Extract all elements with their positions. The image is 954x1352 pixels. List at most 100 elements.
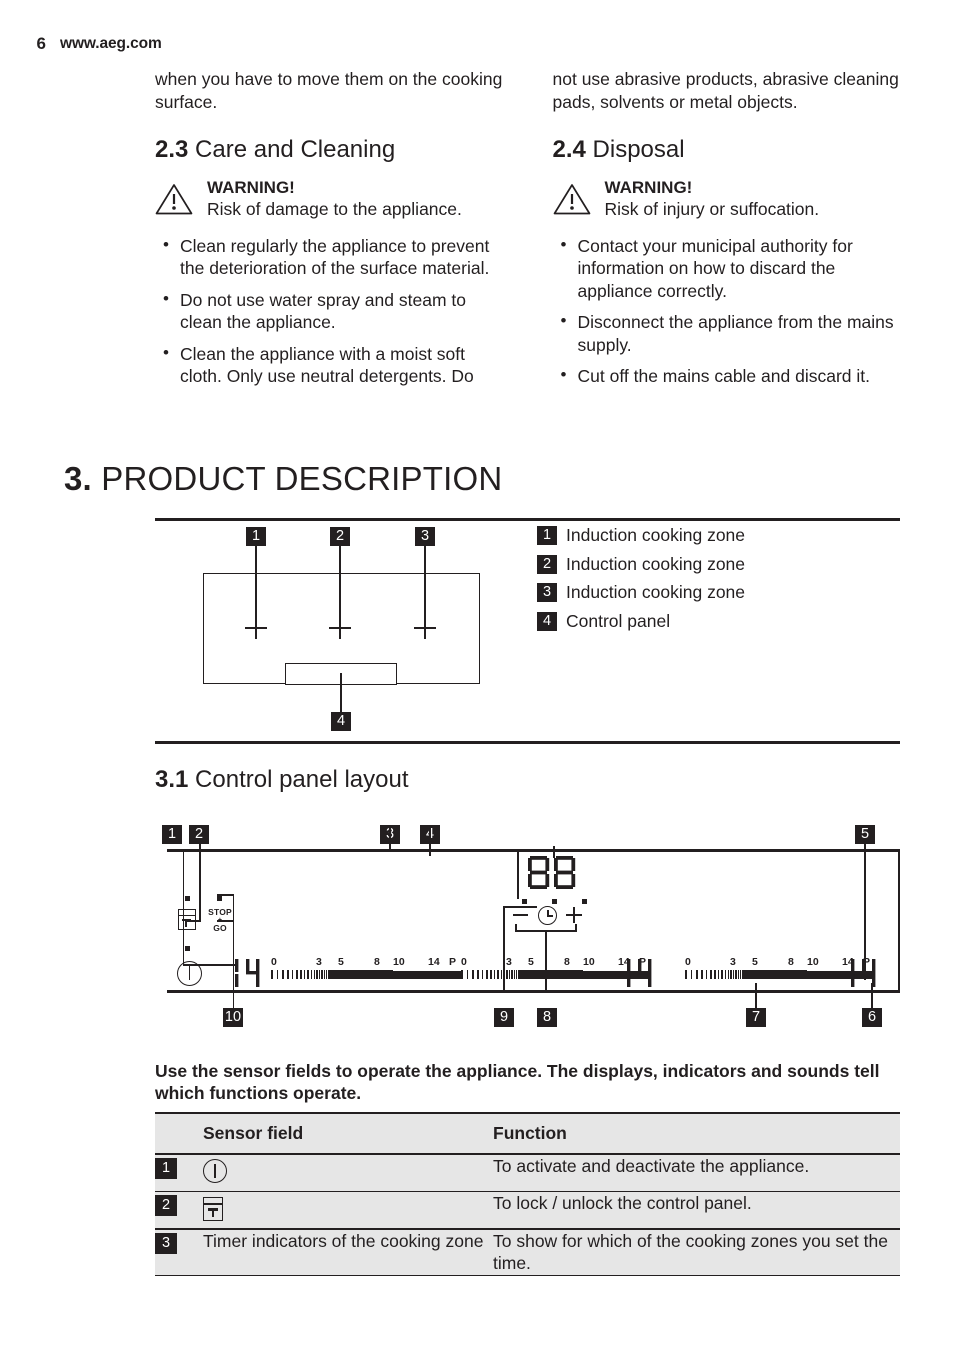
row-number-cell: 3 <box>155 1229 203 1275</box>
scale-tick-label: 8 <box>788 956 794 968</box>
heat-display-2 <box>627 958 657 993</box>
table-row: 2 To lock / unlock the control panel. <box>155 1192 900 1228</box>
table-header-blank <box>155 1114 203 1153</box>
figure-rule-bottom <box>155 741 900 744</box>
scale-tick-label: 8 <box>564 956 570 968</box>
leader-line-cp-8 <box>545 930 547 990</box>
legend-label: Induction cooking zone <box>566 553 746 574</box>
row-sensor-cell <box>203 1155 493 1191</box>
legend-item: 2 Induction cooking zone <box>537 553 897 575</box>
callout-cp-2: 2 <box>189 825 209 844</box>
callout-1: 1 <box>246 527 266 546</box>
leader-line-cp-1 <box>182 849 185 966</box>
section-title: Disposal <box>592 136 685 163</box>
leader-line-cp-6 <box>871 983 873 1009</box>
slider-tick <box>481 970 484 979</box>
subsection-heading-3-1: 3.1 Control panel layout <box>155 765 409 795</box>
row-number-cell: 2 <box>155 1192 203 1228</box>
slider-tick <box>710 970 712 979</box>
leader-line-cp-3-top <box>389 828 391 849</box>
slider-tick <box>303 970 306 979</box>
table-header-function: Function <box>493 1123 567 1144</box>
leader-line-cp-5 <box>864 828 866 980</box>
scale-tick-label: 5 <box>528 956 534 968</box>
callout-cp-10: 10 <box>223 1008 243 1027</box>
row-function-cell: To activate and deactivate the appliance… <box>493 1155 900 1191</box>
scale-tick-label: 5 <box>338 956 344 968</box>
callout-cp-6: 6 <box>862 1008 882 1027</box>
heat-slider-2[interactable] <box>461 970 651 980</box>
table-row: 1 To activate and deactivate the applian… <box>155 1155 900 1191</box>
slider-tick <box>724 970 727 979</box>
section-number: 2.4 <box>552 136 586 163</box>
slider-tick <box>732 970 735 979</box>
section-heading-2-4: 2.4 Disposal <box>553 135 901 165</box>
slider-tick <box>696 970 698 979</box>
slider-tick <box>506 970 508 979</box>
list-item: Clean the appliance with a moist soft cl… <box>155 342 503 388</box>
slider-tick <box>316 970 318 979</box>
callout-cp-5: 5 <box>855 825 875 844</box>
leader-bracket-cp-10b <box>217 920 234 922</box>
slider-tick <box>508 970 511 979</box>
slider-tick <box>500 970 503 979</box>
slider-tick <box>313 970 316 979</box>
legend-number: 4 <box>537 611 557 631</box>
slider-tick <box>727 970 730 979</box>
lock-icon <box>203 1197 224 1222</box>
section-heading-2-3: 2.3 Care and Cleaning <box>155 135 503 165</box>
legend-number: 2 <box>537 554 557 574</box>
slider-solid-bar <box>392 970 461 979</box>
heat-slider-1[interactable] <box>271 970 461 980</box>
table-header-sensor-field: Sensor field <box>203 1123 304 1144</box>
power-indicator-dot <box>185 946 190 951</box>
clock-hand-hour <box>547 915 554 917</box>
section-number: 2.3 <box>155 136 189 163</box>
chapter-heading: 3. PRODUCT DESCRIPTION <box>64 459 502 499</box>
timer-minus-icon[interactable] <box>513 914 528 917</box>
callout-2: 2 <box>330 527 350 546</box>
scale-tick-label: 10 <box>807 956 819 968</box>
slider-tick <box>497 970 499 979</box>
site-url: www.aeg.com <box>60 35 162 52</box>
timer-plus-icon[interactable] <box>566 907 582 923</box>
page-header: 6 www.aeg.com <box>0 30 954 58</box>
right-continued-text: not use abrasive products, abrasive clea… <box>552 69 899 112</box>
callout-cp-9: 9 <box>494 1008 514 1027</box>
scale-tick-label: 0 <box>685 956 691 968</box>
row-number-badge: 3 <box>155 1232 177 1254</box>
scale-tick-label: 5 <box>752 956 758 968</box>
timer-zone-dot-3 <box>582 899 587 904</box>
callout-cp-8: 8 <box>537 1008 557 1027</box>
scale-tick-label: 0 <box>271 956 277 968</box>
leader-line-2 <box>339 545 341 627</box>
stop-go-label-top: STOP <box>208 907 232 917</box>
slider-tick <box>721 970 723 979</box>
row-number-badge: 1 <box>155 1158 177 1180</box>
leader-line-cp-3b <box>517 897 519 900</box>
slider-tick <box>730 970 732 979</box>
intro-paragraph: Use the sensor fields to operate the app… <box>155 1061 880 1103</box>
heat-slider-3[interactable] <box>685 970 875 980</box>
warning-triangle-icon <box>553 177 593 220</box>
row-function-cell: To lock / unlock the control panel. <box>493 1192 900 1228</box>
heat-display-3 <box>851 958 881 993</box>
legend-item: 3 Induction cooking zone <box>537 581 897 603</box>
slider-tick <box>685 970 687 979</box>
callout-3: 3 <box>415 527 435 546</box>
list-item: Cut off the mains cable and discard it. <box>553 364 901 388</box>
callout-cp-7: 7 <box>746 1008 766 1027</box>
scale-tick-label: 3 <box>316 956 322 968</box>
warning-title: WARNING! <box>604 178 693 197</box>
heat-display-1 <box>235 958 265 993</box>
row-function-cell: To show for which of the cooking zones y… <box>493 1229 900 1275</box>
leader-bracket-cp-9 <box>503 906 537 908</box>
sensor-field-table: Sensor field Function 1 To activate and … <box>155 1112 900 1277</box>
leader-line-3 <box>424 545 426 627</box>
slider-tick <box>717 970 720 979</box>
legend-label: Induction cooking zone <box>566 582 746 602</box>
slider-tick <box>490 970 492 979</box>
panel-frame-right <box>897 849 900 993</box>
slider-tick <box>690 970 693 979</box>
legend-number: 1 <box>537 526 557 545</box>
